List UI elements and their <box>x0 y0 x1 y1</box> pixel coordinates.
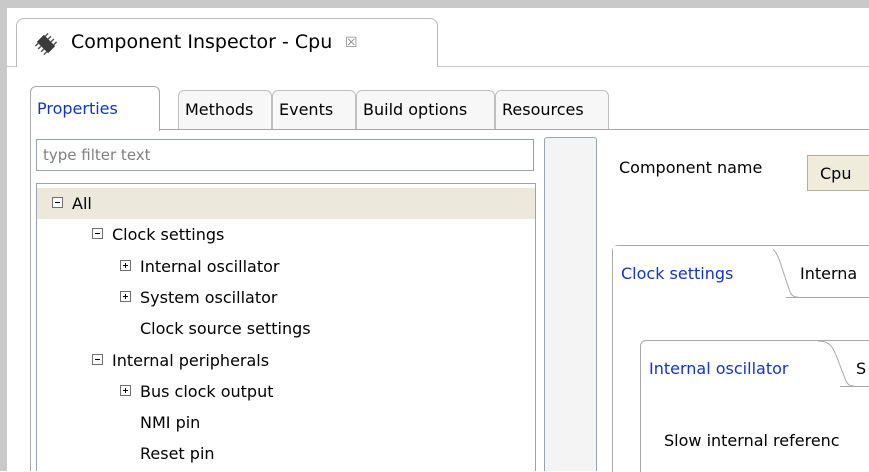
slow-internal-reference-label: Slow internal referenc <box>664 431 840 450</box>
close-icon[interactable]: ☒ <box>345 35 358 51</box>
tab-resources[interactable]: Resources <box>495 90 609 129</box>
expand-icon[interactable] <box>120 290 131 302</box>
tree-item[interactable]: Bus clock output <box>37 376 535 407</box>
component-name-label: Component name <box>619 158 763 177</box>
tree-item-label: Clock source settings <box>140 319 311 339</box>
expand-icon[interactable] <box>120 384 131 396</box>
tree-item[interactable]: Clock settings <box>37 219 535 250</box>
tree-item-label: Internal oscillator <box>140 256 280 276</box>
filter-box[interactable] <box>36 139 534 171</box>
component-name-field[interactable]: Cpu <box>807 155 869 191</box>
tree-item[interactable]: Internal oscillator <box>37 251 535 282</box>
editor-tab[interactable]: Component Inspector - Cpu ☒ <box>16 18 438 67</box>
cpu-chip-icon <box>34 32 58 56</box>
inspector-tabs: Properties Methods Events Build options … <box>30 86 610 131</box>
collapse-icon[interactable] <box>52 197 63 208</box>
tab-events[interactable]: Events <box>272 90 356 129</box>
tab-system-oscillator[interactable]: S <box>856 359 866 378</box>
tab-internal-oscillator-label: Internal oscillator <box>649 359 789 378</box>
tree-item-label: Internal peripherals <box>112 350 270 370</box>
tree-item[interactable]: Internal peripherals <box>37 345 535 376</box>
tab-clock-settings-label: Clock settings <box>621 264 734 283</box>
tree-item[interactable]: System oscillator <box>37 282 535 313</box>
tab-properties[interactable]: Properties <box>30 86 160 131</box>
editor-title: Component Inspector - Cpu <box>71 31 333 53</box>
tree-item[interactable]: All <box>37 188 535 219</box>
collapse-icon[interactable] <box>92 353 103 365</box>
collapse-icon[interactable] <box>92 228 103 240</box>
expand-icon[interactable] <box>120 259 131 271</box>
component-name-value: Cpu <box>820 164 852 183</box>
tab-clock-settings[interactable]: Clock settings <box>613 246 773 298</box>
filter-input[interactable] <box>37 140 533 170</box>
window-frame-top <box>0 0 869 8</box>
tree-side-column <box>544 137 597 471</box>
tree-item[interactable]: NMI pin <box>37 407 535 438</box>
tree-item-label: Clock settings <box>112 225 225 245</box>
tree-item-label: All <box>72 194 92 213</box>
tab-methods[interactable]: Methods <box>178 90 272 129</box>
tree-item[interactable]: Clock source settings <box>37 313 535 344</box>
tree-item[interactable]: Reset pin <box>37 438 535 469</box>
tree-item-label: Bus clock output <box>140 381 274 401</box>
window-frame-left <box>0 0 7 471</box>
tree-item-label: System oscillator <box>140 287 278 307</box>
inner-tabs-baseline <box>840 386 869 387</box>
tree-item-label: NMI pin <box>140 413 201 433</box>
tabs-baseline-right <box>786 297 869 298</box>
tab-internal-peripherals[interactable]: Interna <box>800 264 857 283</box>
tab-internal-oscillator-edge <box>818 341 854 387</box>
tree-item-label: Reset pin <box>140 444 215 464</box>
tab-build-options[interactable]: Build options <box>356 90 495 129</box>
